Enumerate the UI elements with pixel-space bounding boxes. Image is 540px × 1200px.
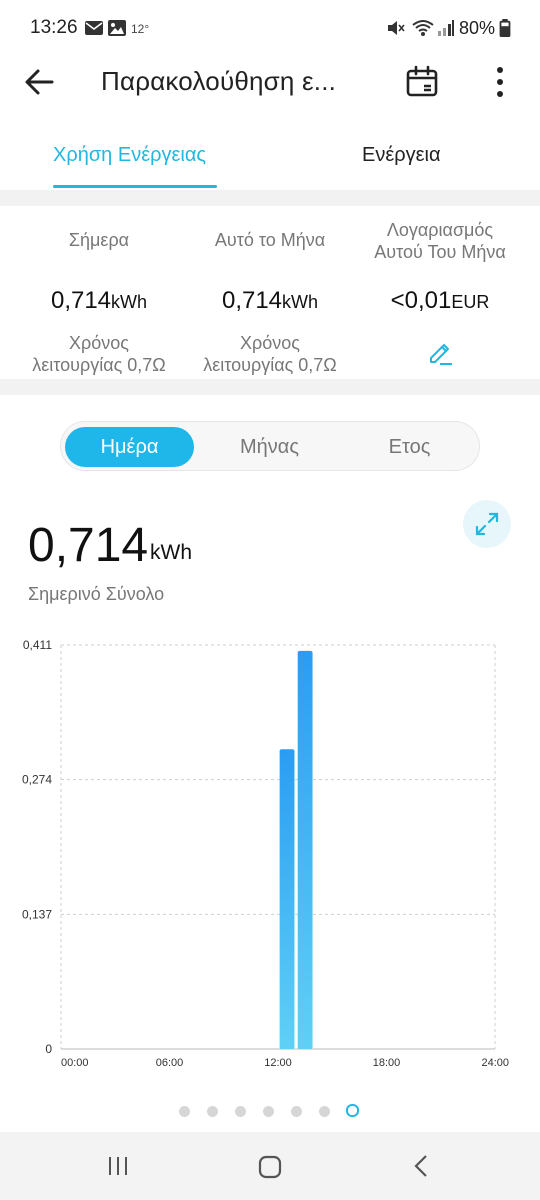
total-unit: kWh bbox=[150, 541, 192, 564]
bill-number: <0,01 bbox=[390, 287, 452, 314]
signal-icon bbox=[438, 20, 454, 36]
y-tick-label: 0,137 bbox=[22, 907, 52, 921]
month-label: Αυτό το Μήνα bbox=[214, 230, 326, 250]
bill-value: <0,01EUR bbox=[350, 287, 530, 315]
today-label: Σήμερα bbox=[68, 230, 130, 250]
page-dot-active bbox=[346, 1104, 359, 1117]
edit-icon[interactable] bbox=[426, 338, 454, 366]
back-nav-icon[interactable] bbox=[410, 1154, 434, 1178]
status-time: 13:26 bbox=[30, 17, 78, 38]
page-dot bbox=[319, 1106, 330, 1117]
month-runtime-line1: Χρόνος bbox=[240, 333, 300, 353]
y-tick-label: 0 bbox=[45, 1042, 52, 1056]
x-tick-label: 18:00 bbox=[373, 1057, 401, 1069]
period-month[interactable]: Μήνας bbox=[205, 436, 334, 459]
image-icon bbox=[108, 20, 126, 36]
today-unit: kWh bbox=[111, 292, 148, 312]
tab-energy[interactable]: Ενέργεια bbox=[362, 144, 441, 167]
chart-bar[interactable] bbox=[297, 650, 313, 1049]
today-runtime-line1: Χρόνος bbox=[69, 333, 129, 353]
more-vertical-icon[interactable] bbox=[484, 65, 516, 99]
energy-chart: 0 0,137 0,274 0,411 00:00 06:00 12:00 18:00 24:0… bbox=[22, 638, 509, 1069]
divider bbox=[0, 379, 540, 395]
month-unit: kWh bbox=[282, 292, 319, 312]
tab-energy-usage[interactable]: Χρήση Ενέργειας bbox=[53, 144, 206, 167]
period-day[interactable]: Ημέρα bbox=[65, 436, 194, 459]
recent-apps-icon[interactable] bbox=[106, 1154, 130, 1178]
today-number: 0,714 bbox=[50, 287, 112, 314]
expand-button[interactable] bbox=[463, 500, 511, 548]
today-runtime-line2: λειτουργίας 0,7Ω bbox=[32, 355, 166, 375]
today-value: 0,714kWh bbox=[9, 287, 189, 315]
y-tick-label: 0,274 bbox=[22, 773, 52, 787]
month-runtime-line2: λειτουργίας 0,7Ω bbox=[203, 355, 337, 375]
bill-label-line2: Αυτού Του Μήνα bbox=[374, 242, 506, 262]
calendar-icon[interactable] bbox=[405, 65, 439, 99]
total-value: 0,714 bbox=[28, 519, 149, 572]
battery-icon bbox=[499, 19, 511, 37]
x-tick-label: 00:00 bbox=[61, 1057, 89, 1069]
mute-icon bbox=[388, 21, 405, 35]
page-dot bbox=[291, 1106, 302, 1117]
wifi-icon bbox=[412, 20, 434, 36]
expand-icon bbox=[475, 512, 499, 536]
page-title: Παρακολούθηση ε... bbox=[101, 66, 337, 96]
page-dot bbox=[263, 1106, 274, 1117]
page-dot bbox=[235, 1106, 246, 1117]
today-runtime: Χρόνος λειτουργίας 0,7Ω bbox=[9, 332, 189, 376]
x-tick-label: 24:00 bbox=[481, 1057, 509, 1069]
tab-underline bbox=[53, 185, 217, 188]
bill-label: Λογαριασμός Αυτού Του Μήνα bbox=[350, 219, 530, 263]
x-tick-label: 12:00 bbox=[264, 1057, 292, 1069]
arrow-left-icon[interactable] bbox=[22, 64, 58, 100]
month-number: 0,714 bbox=[221, 287, 283, 314]
divider bbox=[0, 190, 540, 206]
bill-label-line1: Λογαριασμός bbox=[386, 220, 494, 240]
status-battery: 80% bbox=[459, 18, 496, 38]
month-runtime: Χρόνος λειτουργίας 0,7Ω bbox=[180, 332, 360, 376]
status-bar: 13:26 12° 80% bbox=[0, 0, 540, 58]
bill-unit: EUR bbox=[451, 292, 490, 312]
page-dot bbox=[207, 1106, 218, 1117]
system-nav-bar bbox=[0, 1132, 540, 1200]
period-year[interactable]: Ετος bbox=[345, 436, 474, 459]
home-icon[interactable] bbox=[257, 1154, 283, 1180]
mail-icon bbox=[85, 21, 103, 35]
x-tick-label: 06:00 bbox=[156, 1057, 184, 1069]
month-value: 0,714kWh bbox=[180, 287, 360, 315]
total-label: Σημερινό Σύνολο bbox=[28, 584, 165, 604]
y-tick-label: 0,411 bbox=[23, 638, 52, 652]
page-dot bbox=[179, 1106, 190, 1117]
status-temperature: 12° bbox=[131, 22, 150, 36]
chart-bar[interactable] bbox=[279, 749, 295, 1049]
